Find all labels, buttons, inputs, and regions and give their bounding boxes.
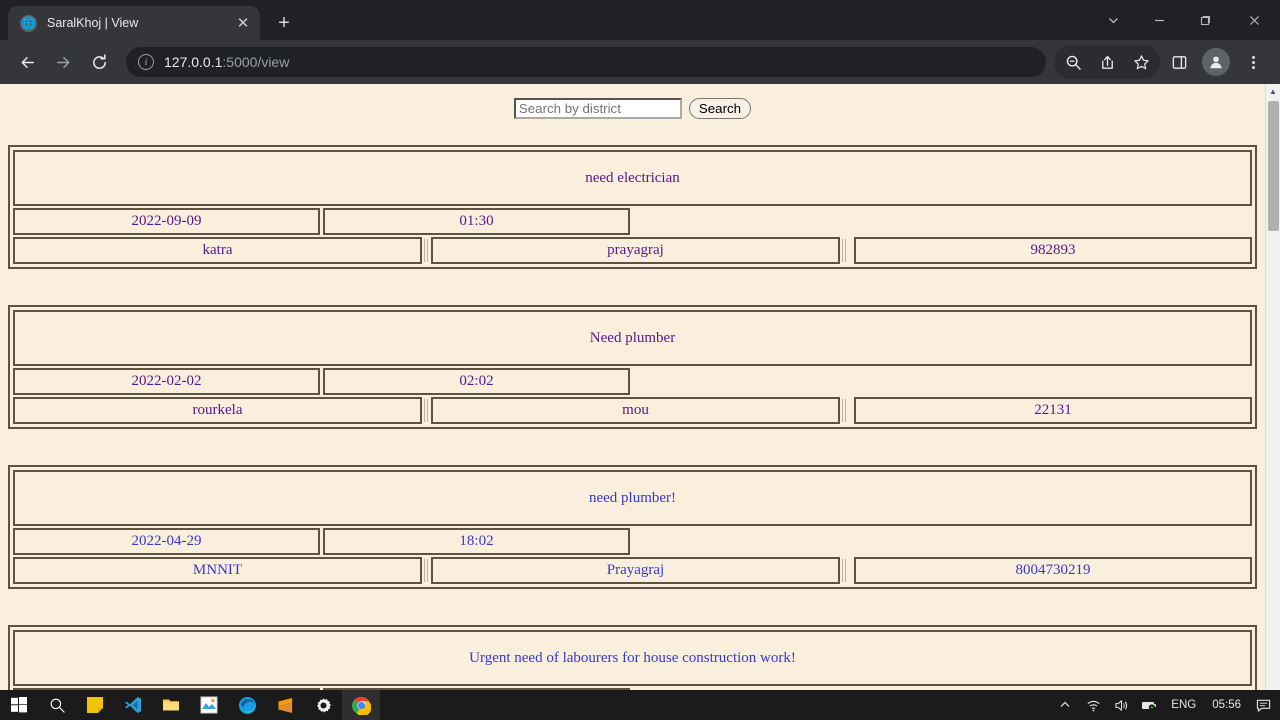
card-title-box: need electrician [13, 150, 1252, 206]
share-icon[interactable] [1090, 45, 1124, 79]
browser-toolbar: i 127.0.0.1:5000/view [0, 40, 1280, 84]
close-icon[interactable]: ✕ [234, 14, 252, 32]
taskbar-chrome[interactable] [342, 690, 380, 720]
three-dot-menu-icon[interactable] [1236, 45, 1270, 79]
card-details-row: MNNIT Prayagraj 8004730219 [13, 557, 1252, 584]
card-phone: 22131 [854, 397, 1252, 424]
taskbar-file-explorer[interactable] [152, 690, 190, 720]
listing-cards: need electrician 2022-09-09 01:30 katra … [8, 145, 1257, 690]
close-icon[interactable] [1228, 0, 1280, 40]
listing-card: Need plumber 2022-02-02 02:02 rourkela m… [8, 305, 1257, 429]
taskbar-edge[interactable] [228, 690, 266, 720]
windows-taskbar: ENG 05:56 [0, 690, 1280, 720]
tab-title: SaralKhoj | View [47, 16, 139, 30]
page-scrollbar[interactable]: ▲ [1265, 84, 1280, 690]
card-city: Prayagraj [431, 557, 840, 584]
minimize-icon[interactable] [1136, 0, 1182, 40]
tray-language[interactable]: ENG [1164, 699, 1203, 711]
card-location: katra [13, 237, 422, 264]
card-date: 2022-04-29 [13, 528, 320, 555]
card-location: rourkela [13, 397, 422, 424]
card-title-box: Urgent need of labourers for house const… [13, 630, 1252, 686]
speech-bubble-icon[interactable] [1250, 690, 1276, 720]
column-separator [422, 237, 431, 264]
url-host: 127.0.0.1 [164, 54, 223, 70]
browser-window: 🌐 SaralKhoj | View ✕ + i 127.0.0.1:5000/… [0, 0, 1280, 690]
url-path: :5000/view [222, 54, 290, 70]
battery-icon[interactable] [1136, 690, 1162, 720]
card-city: mou [431, 397, 840, 424]
listing-card: need electrician 2022-09-09 01:30 katra … [8, 145, 1257, 269]
triangle-up-icon[interactable]: ▲ [1266, 84, 1280, 99]
tray-clock[interactable]: 05:56 [1205, 699, 1248, 711]
taskbar-search[interactable] [38, 690, 76, 720]
chevron-down-icon[interactable] [1090, 0, 1136, 40]
card-datetime-row: 2022-04-29 18:02 [13, 528, 1252, 555]
page-content: Search need electrician 2022-09-09 01:30… [0, 84, 1265, 690]
plus-icon[interactable]: + [270, 9, 298, 37]
search-input[interactable] [513, 98, 682, 119]
listing-card: Urgent need of labourers for house const… [8, 625, 1257, 690]
address-bar[interactable]: i 127.0.0.1:5000/view [126, 47, 1046, 77]
taskbar-settings[interactable] [304, 690, 342, 720]
card-title: Urgent need of labourers for house const… [469, 649, 796, 666]
listing-card: need plumber! 2022-04-29 18:02 MNNIT Pra… [8, 465, 1257, 589]
card-date: 2022-02-02 [13, 368, 320, 395]
card-city: prayagraj [431, 237, 840, 264]
column-separator [422, 397, 431, 424]
card-title: need electrician [585, 169, 680, 186]
star-icon[interactable] [1124, 45, 1158, 79]
toolbar-actions [1054, 45, 1270, 79]
card-datetime-row: 2022-09-09 01:30 [13, 208, 1252, 235]
card-datetime-row: 2022-02-02 02:02 [13, 368, 1252, 395]
speaker-icon[interactable] [1108, 690, 1134, 720]
taskbar-icons [0, 690, 380, 720]
taskbar-sticky-notes[interactable] [76, 690, 114, 720]
page-viewport: Search need electrician 2022-09-09 01:30… [0, 84, 1280, 690]
search-form: Search [8, 92, 1257, 123]
card-details-row: rourkela mou 22131 [13, 397, 1252, 424]
taskbar-vscode[interactable] [114, 690, 152, 720]
toolbar-pill [1054, 45, 1160, 79]
tab-strip: 🌐 SaralKhoj | View ✕ + [0, 0, 1280, 40]
card-details-row: katra prayagraj 982893 [13, 237, 1252, 264]
globe-icon: 🌐 [20, 14, 37, 32]
chevron-up-icon[interactable] [1052, 690, 1078, 720]
column-separator [840, 397, 849, 424]
card-title: need plumber! [588, 489, 677, 506]
wifi-icon[interactable] [1080, 690, 1106, 720]
search-button[interactable]: Search [688, 98, 752, 119]
taskbar-sublime-text[interactable] [266, 690, 304, 720]
reload-icon[interactable] [82, 45, 116, 79]
card-title-box: Need plumber [13, 310, 1252, 366]
card-time: 02:02 [323, 368, 630, 395]
card-date: 2022-09-09 [13, 208, 320, 235]
card-time: 18:02 [323, 528, 630, 555]
column-separator [422, 557, 431, 584]
start-button[interactable] [0, 690, 38, 720]
card-location: MNNIT [13, 557, 422, 584]
maximize-icon[interactable] [1182, 0, 1228, 40]
arrow-left-icon[interactable] [10, 45, 44, 79]
column-separator [840, 557, 849, 584]
card-phone: 8004730219 [854, 557, 1252, 584]
card-title-box: need plumber! [13, 470, 1252, 526]
magnifier-icon[interactable] [1056, 45, 1090, 79]
side-panel-icon[interactable] [1162, 45, 1196, 79]
card-phone: 982893 [854, 237, 1252, 264]
scrollbar-thumb[interactable] [1268, 101, 1279, 231]
arrow-right-icon[interactable] [46, 45, 80, 79]
browser-tab[interactable]: 🌐 SaralKhoj | View ✕ [8, 6, 260, 40]
system-tray: ENG 05:56 [1052, 690, 1280, 720]
column-separator [840, 237, 849, 264]
url-text: 127.0.0.1:5000/view [164, 54, 289, 70]
card-title: Need plumber [589, 329, 676, 346]
person-icon[interactable] [1202, 48, 1230, 76]
info-icon[interactable]: i [138, 54, 154, 70]
taskbar-photos[interactable] [190, 690, 228, 720]
window-controls [1090, 0, 1280, 40]
card-time: 01:30 [323, 208, 630, 235]
